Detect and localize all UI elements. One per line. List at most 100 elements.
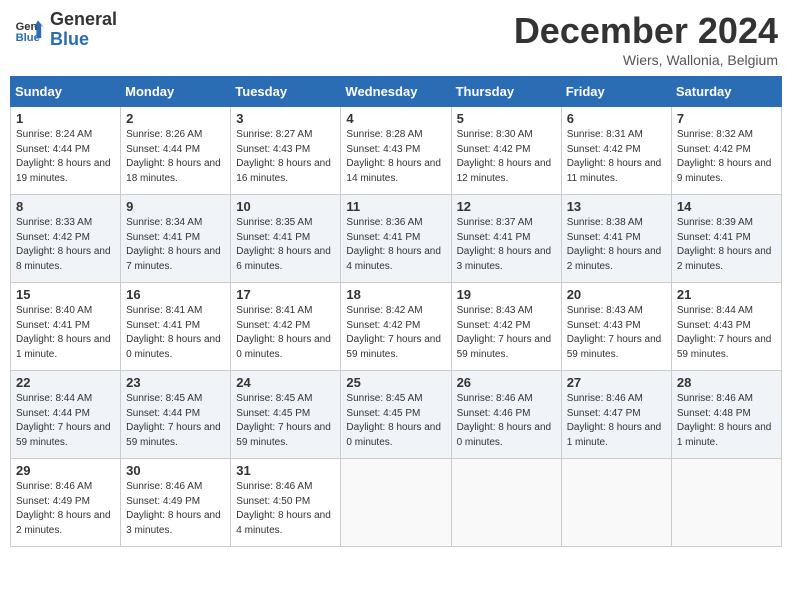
calendar-cell: 11 Sunrise: 8:36 AMSunset: 4:41 PMDayligh… <box>341 195 451 283</box>
day-number: 30 <box>126 463 225 478</box>
day-number: 26 <box>457 375 556 390</box>
day-info: Sunrise: 8:28 AMSunset: 4:43 PMDaylight:… <box>346 128 445 186</box>
day-info: Sunrise: 8:45 AMSunset: 4:45 PMDaylight:… <box>346 392 445 450</box>
day-info: Sunrise: 8:46 AMSunset: 4:49 PMDaylight:… <box>126 480 225 538</box>
calendar-cell: 27 Sunrise: 8:46 AMSunset: 4:47 PMDayligh… <box>561 371 671 459</box>
header-saturday: Saturday <box>671 77 781 107</box>
day-number: 15 <box>16 287 115 302</box>
logo-general: General <box>50 10 117 30</box>
day-number: 22 <box>16 375 115 390</box>
calendar-cell: 18 Sunrise: 8:42 AMSunset: 4:42 PMDayligh… <box>341 283 451 371</box>
day-info: Sunrise: 8:42 AMSunset: 4:42 PMDaylight:… <box>346 304 445 362</box>
calendar-cell: 15 Sunrise: 8:40 AMSunset: 4:41 PMDayligh… <box>11 283 121 371</box>
header-monday: Monday <box>121 77 231 107</box>
calendar-table: SundayMondayTuesdayWednesdayThursdayFrid… <box>10 76 782 547</box>
day-info: Sunrise: 8:46 AMSunset: 4:48 PMDaylight:… <box>677 392 776 450</box>
logo-text: General Blue <box>50 10 117 50</box>
calendar-cell: 30 Sunrise: 8:46 AMSunset: 4:49 PMDayligh… <box>121 459 231 547</box>
header-wednesday: Wednesday <box>341 77 451 107</box>
calendar-cell: 16Sunrise: 8:41 AMSunset: 4:41 PMDayligh… <box>121 283 231 371</box>
calendar-cell: 13 Sunrise: 8:38 AMSunset: 4:41 PMDayligh… <box>561 195 671 283</box>
day-number: 18 <box>346 287 445 302</box>
calendar-cell: 6 Sunrise: 8:31 AMSunset: 4:42 PMDaylight… <box>561 107 671 195</box>
day-info: Sunrise: 8:43 AMSunset: 4:42 PMDaylight:… <box>457 304 556 362</box>
svg-text:Blue: Blue <box>16 32 40 44</box>
calendar-cell: 2 Sunrise: 8:26 AMSunset: 4:44 PMDaylight… <box>121 107 231 195</box>
day-number: 16 <box>126 287 225 302</box>
day-number: 5 <box>457 111 556 126</box>
day-info: Sunrise: 8:31 AMSunset: 4:42 PMDaylight:… <box>567 128 666 186</box>
calendar-cell: 23Sunrise: 8:45 AMSunset: 4:44 PMDayligh… <box>121 371 231 459</box>
day-number: 19 <box>457 287 556 302</box>
calendar-cell: 22 Sunrise: 8:44 AMSunset: 4:44 PMDayligh… <box>11 371 121 459</box>
logo-icon: Gen Blue <box>14 14 46 46</box>
day-info: Sunrise: 8:46 AMSunset: 4:47 PMDaylight:… <box>567 392 666 450</box>
day-info: Sunrise: 8:32 AMSunset: 4:42 PMDaylight:… <box>677 128 776 186</box>
day-info: Sunrise: 8:44 AMSunset: 4:44 PMDaylight:… <box>16 392 115 450</box>
header-sunday: Sunday <box>11 77 121 107</box>
calendar-cell <box>451 459 561 547</box>
day-number: 1 <box>16 111 115 126</box>
day-number: 25 <box>346 375 445 390</box>
calendar-cell <box>671 459 781 547</box>
day-number: 31 <box>236 463 335 478</box>
day-number: 20 <box>567 287 666 302</box>
day-number: 21 <box>677 287 776 302</box>
day-number: 11 <box>346 199 445 214</box>
calendar-cell: 21 Sunrise: 8:44 AMSunset: 4:43 PMDayligh… <box>671 283 781 371</box>
calendar-cell: 9 Sunrise: 8:34 AMSunset: 4:41 PMDaylight… <box>121 195 231 283</box>
day-number: 12 <box>457 199 556 214</box>
calendar-cell: 25 Sunrise: 8:45 AMSunset: 4:45 PMDayligh… <box>341 371 451 459</box>
week-row-3: 15 Sunrise: 8:40 AMSunset: 4:41 PMDayligh… <box>11 283 782 371</box>
day-info: Sunrise: 8:27 AMSunset: 4:43 PMDaylight:… <box>236 128 335 186</box>
day-number: 4 <box>346 111 445 126</box>
calendar-cell: 20Sunrise: 8:43 AMSunset: 4:43 PMDayligh… <box>561 283 671 371</box>
page-header: Gen Blue General Blue December 2024 Wier… <box>10 10 782 68</box>
day-number: 24 <box>236 375 335 390</box>
week-row-2: 8Sunrise: 8:33 AMSunset: 4:42 PMDaylight… <box>11 195 782 283</box>
calendar-cell <box>561 459 671 547</box>
calendar-cell: 29Sunrise: 8:46 AMSunset: 4:49 PMDayligh… <box>11 459 121 547</box>
header-friday: Friday <box>561 77 671 107</box>
day-info: Sunrise: 8:34 AMSunset: 4:41 PMDaylight:… <box>126 216 225 274</box>
day-number: 27 <box>567 375 666 390</box>
day-info: Sunrise: 8:26 AMSunset: 4:44 PMDaylight:… <box>126 128 225 186</box>
location: Wiers, Wallonia, Belgium <box>514 52 778 68</box>
title-area: December 2024 Wiers, Wallonia, Belgium <box>514 10 778 68</box>
calendar-cell: 26 Sunrise: 8:46 AMSunset: 4:46 PMDayligh… <box>451 371 561 459</box>
day-info: Sunrise: 8:46 AMSunset: 4:50 PMDaylight:… <box>236 480 335 538</box>
month-title: December 2024 <box>514 10 778 52</box>
week-row-4: 22 Sunrise: 8:44 AMSunset: 4:44 PMDayligh… <box>11 371 782 459</box>
day-number: 13 <box>567 199 666 214</box>
header-thursday: Thursday <box>451 77 561 107</box>
day-info: Sunrise: 8:46 AMSunset: 4:46 PMDaylight:… <box>457 392 556 450</box>
day-info: Sunrise: 8:30 AMSunset: 4:42 PMDaylight:… <box>457 128 556 186</box>
day-info: Sunrise: 8:44 AMSunset: 4:43 PMDaylight:… <box>677 304 776 362</box>
day-number: 2 <box>126 111 225 126</box>
day-info: Sunrise: 8:41 AMSunset: 4:42 PMDaylight:… <box>236 304 335 362</box>
day-info: Sunrise: 8:33 AMSunset: 4:42 PMDaylight:… <box>16 216 115 274</box>
calendar-cell: 5 Sunrise: 8:30 AMSunset: 4:42 PMDaylight… <box>451 107 561 195</box>
day-number: 7 <box>677 111 776 126</box>
day-info: Sunrise: 8:38 AMSunset: 4:41 PMDaylight:… <box>567 216 666 274</box>
day-number: 9 <box>126 199 225 214</box>
calendar-cell: 12 Sunrise: 8:37 AMSunset: 4:41 PMDayligh… <box>451 195 561 283</box>
day-info: Sunrise: 8:37 AMSunset: 4:41 PMDaylight:… <box>457 216 556 274</box>
calendar-cell: 4 Sunrise: 8:28 AMSunset: 4:43 PMDaylight… <box>341 107 451 195</box>
calendar-header-row: SundayMondayTuesdayWednesdayThursdayFrid… <box>11 77 782 107</box>
week-row-1: 1 Sunrise: 8:24 AMSunset: 4:44 PMDaylight… <box>11 107 782 195</box>
day-info: Sunrise: 8:45 AMSunset: 4:45 PMDaylight:… <box>236 392 335 450</box>
day-number: 23 <box>126 375 225 390</box>
calendar-cell: 3Sunrise: 8:27 AMSunset: 4:43 PMDaylight… <box>231 107 341 195</box>
day-info: Sunrise: 8:46 AMSunset: 4:49 PMDaylight:… <box>16 480 115 538</box>
day-info: Sunrise: 8:24 AMSunset: 4:44 PMDaylight:… <box>16 128 115 186</box>
calendar-cell: 24 Sunrise: 8:45 AMSunset: 4:45 PMDayligh… <box>231 371 341 459</box>
day-number: 10 <box>236 199 335 214</box>
calendar-cell: 14Sunrise: 8:39 AMSunset: 4:41 PMDayligh… <box>671 195 781 283</box>
day-info: Sunrise: 8:36 AMSunset: 4:41 PMDaylight:… <box>346 216 445 274</box>
day-number: 14 <box>677 199 776 214</box>
day-info: Sunrise: 8:40 AMSunset: 4:41 PMDaylight:… <box>16 304 115 362</box>
calendar-cell: 28Sunrise: 8:46 AMSunset: 4:48 PMDayligh… <box>671 371 781 459</box>
week-row-5: 29Sunrise: 8:46 AMSunset: 4:49 PMDayligh… <box>11 459 782 547</box>
day-number: 6 <box>567 111 666 126</box>
